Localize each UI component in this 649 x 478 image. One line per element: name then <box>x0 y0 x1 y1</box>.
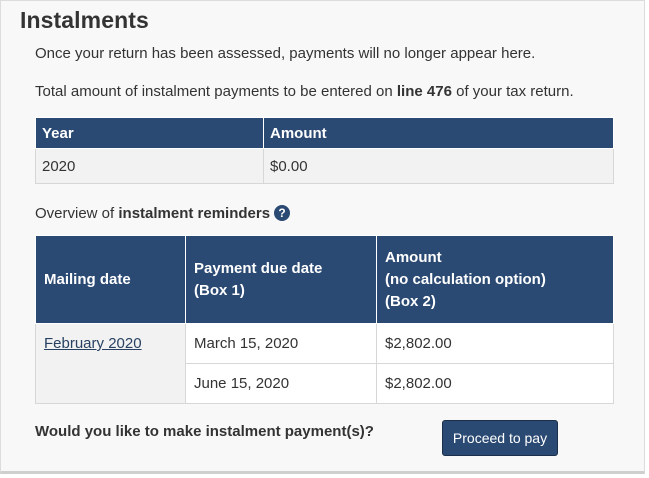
proceed-to-pay-button[interactable]: Proceed to pay <box>442 420 558 456</box>
mailing-date-cell: February 2020 <box>35 323 186 404</box>
year-amount-table: Year Amount 2020 $0.00 <box>35 117 614 184</box>
amount-cell: $0.00 <box>263 148 614 184</box>
amount-header-line3: (Box 2) <box>385 292 436 310</box>
reminder-amount-cell: $2,802.00 <box>376 363 614 404</box>
table-row: February 2020 March 15, 2020 $2,802.00 <box>35 323 614 404</box>
question-circle-icon[interactable]: ? <box>274 205 291 221</box>
table-header-row: Mailing date Payment due date (Box 1) Am… <box>35 235 614 324</box>
page-title: Instalments <box>20 7 149 33</box>
overview-bold: instalment reminders <box>118 205 271 222</box>
make-payment-question: Would you like to make instalment paymen… <box>35 423 374 440</box>
overview-before: Overview of <box>35 205 119 222</box>
table-row: 2020 $0.00 <box>35 148 614 184</box>
payment-due-date-header: Payment due date (Box 1) <box>185 235 377 324</box>
total-note: Total amount of instalment payments to b… <box>35 83 574 101</box>
amount-header: Amount (no calculation option) (Box 2) <box>376 235 614 324</box>
due-date-header-line2: (Box 1) <box>194 281 245 299</box>
mailing-date-header: Mailing date <box>35 235 186 324</box>
amount-header-line1: Amount <box>385 248 442 266</box>
instalments-panel: Instalments Once your return has been as… <box>0 0 645 474</box>
instalment-reminders-table: Mailing date Payment due date (Box 1) Am… <box>35 235 614 404</box>
reminder-amount-cell: $2,802.00 <box>376 323 614 364</box>
due-date-cell: June 15, 2020 <box>185 363 377 404</box>
mailing-date-link[interactable]: February 2020 <box>44 335 142 352</box>
amount-column-header: Amount <box>263 117 614 149</box>
due-date-header-line1: Payment due date <box>194 259 323 277</box>
table-header-row: Year Amount <box>35 117 614 149</box>
reminders-overview: Overview of instalment reminders? <box>35 205 291 223</box>
year-column-header: Year <box>35 117 264 149</box>
total-note-before: Total amount of instalment payments to b… <box>35 83 397 100</box>
total-note-line: line 476 <box>396 83 452 100</box>
amount-header-line2: (no calculation option) <box>385 270 546 288</box>
year-cell: 2020 <box>35 148 264 184</box>
total-note-after: of your tax return. <box>451 83 574 100</box>
due-date-cell: March 15, 2020 <box>185 323 377 364</box>
assessed-note: Once your return has been assessed, paym… <box>35 45 536 62</box>
